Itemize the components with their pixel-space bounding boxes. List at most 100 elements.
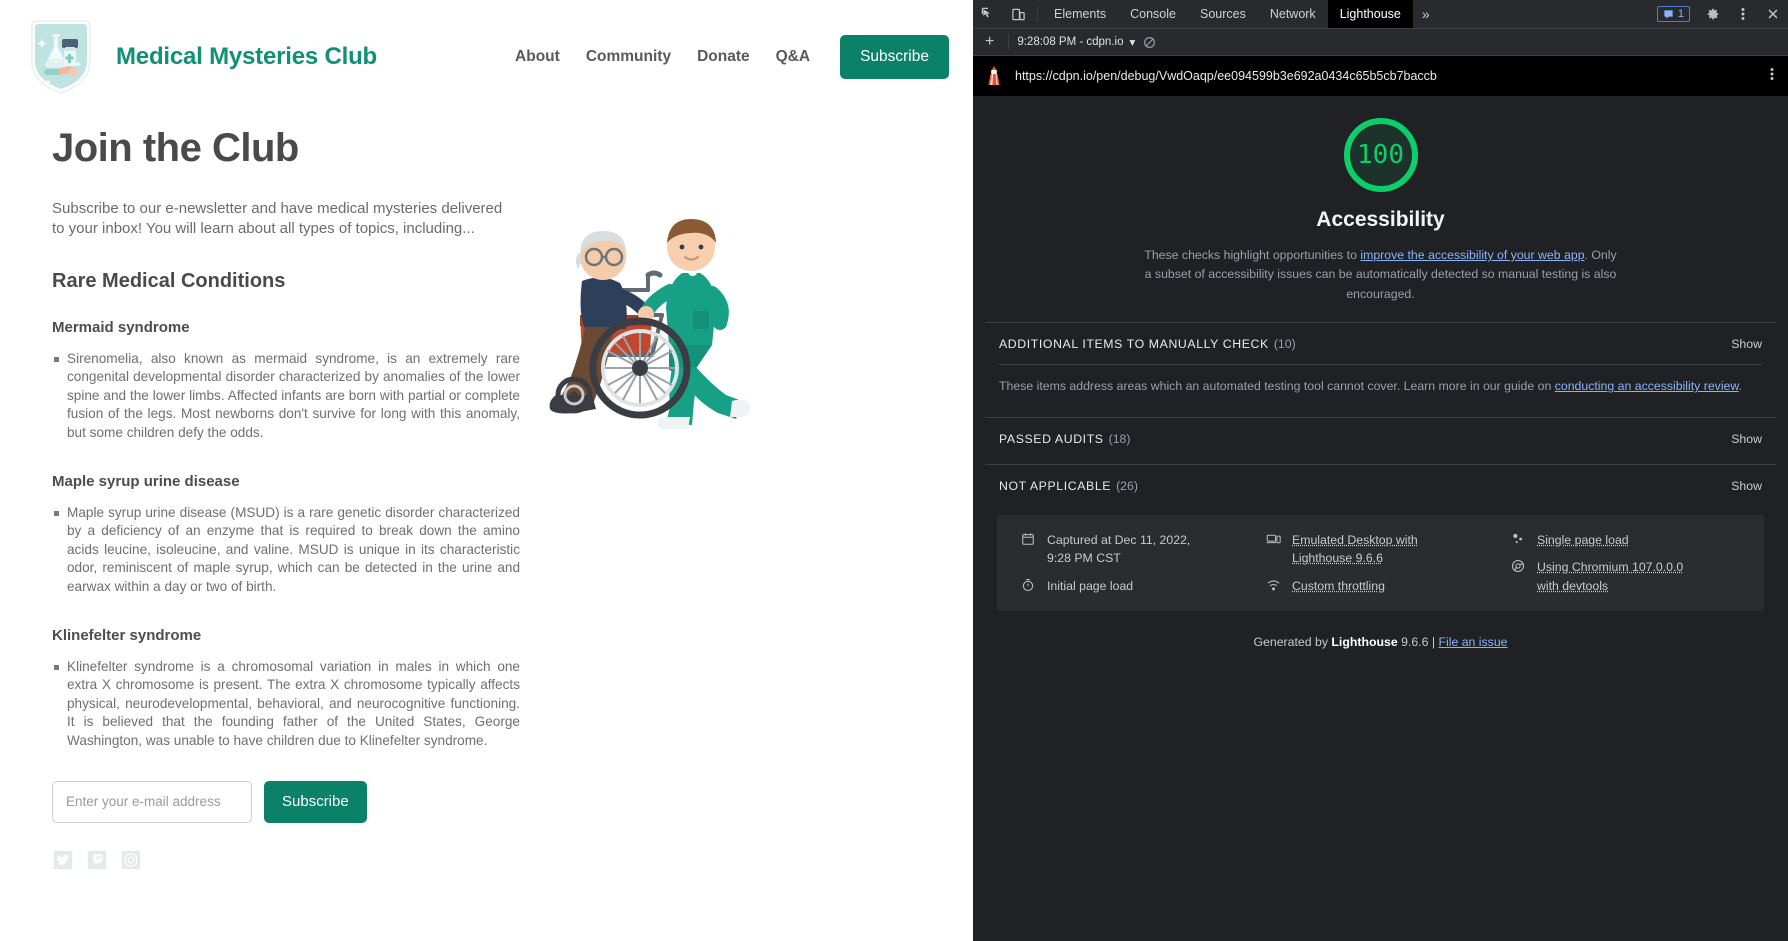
social-links bbox=[52, 849, 949, 871]
chevron-down-icon: ▾ bbox=[1129, 35, 1135, 49]
stopwatch-icon bbox=[1021, 578, 1037, 595]
email-input[interactable] bbox=[52, 781, 252, 823]
form-subscribe-button[interactable]: Subscribe bbox=[264, 781, 367, 823]
devices-icon bbox=[1266, 532, 1282, 549]
more-tabs-icon[interactable]: » bbox=[1413, 0, 1439, 28]
audit-body-after: . bbox=[1739, 379, 1742, 393]
audit-group-manual-check: ADDITIONAL ITEMS TO MANUALLY CHECK (10) … bbox=[985, 322, 1776, 399]
nav-item-community[interactable]: Community bbox=[586, 48, 671, 66]
condition-heading-maple-syrup-urine-disease: Maple syrup urine disease bbox=[52, 473, 949, 490]
samples-icon bbox=[1511, 532, 1527, 549]
page-load-text: Initial page load bbox=[1047, 577, 1133, 595]
twitch-icon[interactable] bbox=[86, 849, 108, 871]
throttling-text[interactable]: Custom throttling bbox=[1292, 577, 1385, 595]
list-item: Klinefelter syndrome is a chromosomal va… bbox=[52, 658, 520, 751]
tab-network[interactable]: Network bbox=[1258, 0, 1328, 28]
device-toolbar-icon[interactable] bbox=[1003, 0, 1033, 28]
twitter-icon[interactable] bbox=[52, 849, 74, 871]
audit-group-header[interactable]: ADDITIONAL ITEMS TO MANUALLY CHECK (10) … bbox=[999, 337, 1776, 351]
nav-item-qa[interactable]: Q&A bbox=[776, 48, 810, 66]
more-options-icon[interactable] bbox=[1728, 7, 1758, 21]
footer-prefix: Generated by bbox=[1253, 635, 1331, 649]
condition-heading-klinefelter-syndrome: Klinefelter syndrome bbox=[52, 627, 949, 644]
category-title: Accessibility bbox=[1316, 208, 1444, 232]
audit-group-passed-audits: PASSED AUDITS (18) Show bbox=[985, 417, 1776, 446]
run-select[interactable]: 9:28:08 PM - cdpn.io ▾ bbox=[1017, 35, 1135, 49]
lighthouse-report: https://cdpn.io/pen/debug/VwdOaqp/ee0945… bbox=[973, 56, 1788, 941]
audit-group-divider bbox=[999, 364, 1762, 365]
report-footer: Generated by Lighthouse 9.6.6 | File an … bbox=[985, 635, 1776, 669]
footer-brand: Lighthouse bbox=[1331, 635, 1397, 649]
chromium-text[interactable]: Using Chromium 107.0.0.0 with devtools bbox=[1537, 558, 1697, 595]
instagram-icon[interactable] bbox=[120, 849, 142, 871]
footer-version: 9.6.6 | bbox=[1398, 635, 1439, 649]
accessibility-score-gauge[interactable]: 100 bbox=[1344, 118, 1418, 192]
site-header: Medical Mysteries Club About Community D… bbox=[0, 0, 973, 108]
tab-lighthouse[interactable]: Lighthouse bbox=[1328, 0, 1413, 28]
tab-sources[interactable]: Sources bbox=[1188, 0, 1258, 28]
metadata-emulation: Emulated Desktop with Lighthouse 9.6.6 bbox=[1266, 531, 1501, 568]
tab-console[interactable]: Console bbox=[1118, 0, 1188, 28]
clear-icon[interactable] bbox=[1143, 36, 1156, 49]
issues-badge[interactable]: 1 bbox=[1657, 6, 1690, 22]
report-scroll-area: 100 Accessibility These checks highlight… bbox=[973, 96, 1788, 941]
issues-icon bbox=[1663, 9, 1674, 20]
medical-shield-logo[interactable] bbox=[28, 17, 94, 97]
metadata-captured-at: Captured at Dec 11, 2022, 9:28 PM CST bbox=[1021, 531, 1256, 568]
audit-group-title: PASSED AUDITS bbox=[999, 432, 1104, 446]
audit-group-title: ADDITIONAL ITEMS TO MANUALLY CHECK bbox=[999, 337, 1269, 351]
report-url-bar: https://cdpn.io/pen/debug/VwdOaqp/ee0945… bbox=[973, 56, 1788, 96]
website-viewport: Medical Mysteries Club About Community D… bbox=[0, 0, 973, 941]
page-lead-text: Subscribe to our e-newsletter and have m… bbox=[52, 199, 514, 240]
condition-list-klinefelter-syndrome: Klinefelter syndrome is a chromosomal va… bbox=[52, 658, 520, 751]
description-before: These checks highlight opportunities to bbox=[1144, 248, 1360, 262]
single-page-load-text[interactable]: Single page load bbox=[1537, 531, 1629, 549]
accessibility-review-link[interactable]: conducting an accessibility review bbox=[1555, 379, 1739, 393]
devtools-toolbar-right: 1 bbox=[1649, 0, 1788, 28]
audit-group-count: (18) bbox=[1109, 432, 1131, 446]
main-navigation: About Community Donate Q&A bbox=[515, 48, 810, 66]
tab-elements[interactable]: Elements bbox=[1042, 0, 1118, 28]
file-an-issue-link[interactable]: File an issue bbox=[1438, 635, 1507, 649]
inspect-element-icon[interactable] bbox=[973, 0, 1003, 28]
audit-group-header[interactable]: NOT APPLICABLE (26) Show bbox=[999, 479, 1776, 493]
condition-list-mermaid-syndrome: Sirenomelia, also known as mermaid syndr… bbox=[52, 350, 520, 443]
plus-icon[interactable]: + bbox=[979, 33, 1000, 51]
gear-icon[interactable] bbox=[1698, 7, 1728, 21]
metadata-column-2: Emulated Desktop with Lighthouse 9.6.6 C… bbox=[1266, 531, 1501, 595]
chrome-icon bbox=[1511, 559, 1527, 576]
metadata-throttling: Custom throttling bbox=[1266, 577, 1501, 595]
audit-group-show-toggle[interactable]: Show bbox=[1731, 337, 1762, 351]
score-gauge-block: 100 Accessibility These checks highlight… bbox=[985, 96, 1776, 304]
list-item: Sirenomelia, also known as mermaid syndr… bbox=[52, 350, 520, 443]
category-description: These checks highlight opportunities to … bbox=[1141, 246, 1621, 304]
audit-group-header[interactable]: PASSED AUDITS (18) Show bbox=[999, 432, 1776, 446]
devtools-tabbar: Elements Console Sources Network Lightho… bbox=[973, 0, 1788, 29]
audit-group-description: These items address areas which an autom… bbox=[999, 377, 1776, 399]
condition-list-maple-syrup-urine-disease: Maple syrup urine disease (MSUD) is a ra… bbox=[52, 504, 520, 597]
audit-group-title: NOT APPLICABLE bbox=[999, 479, 1111, 493]
newsletter-subscribe-form: Subscribe bbox=[52, 781, 949, 823]
audit-group-show-toggle[interactable]: Show bbox=[1731, 479, 1762, 493]
captured-at-text: Captured at Dec 11, 2022, 9:28 PM CST bbox=[1047, 531, 1207, 568]
devtools-panel: Elements Console Sources Network Lightho… bbox=[973, 0, 1788, 941]
report-url[interactable]: https://cdpn.io/pen/debug/VwdOaqp/ee0945… bbox=[1015, 69, 1758, 83]
page-content: Join the Club Subscribe to our e-newslet… bbox=[0, 126, 973, 871]
emulation-text[interactable]: Emulated Desktop with Lighthouse 9.6.6 bbox=[1292, 531, 1452, 568]
toolbar-divider bbox=[1008, 34, 1009, 50]
metadata-page-load: Initial page load bbox=[1021, 577, 1256, 595]
audit-body-before: These items address areas which an autom… bbox=[999, 379, 1555, 393]
run-select-label: 9:28:08 PM - cdpn.io bbox=[1017, 36, 1123, 48]
nav-item-about[interactable]: About bbox=[515, 48, 560, 66]
audit-group-show-toggle[interactable]: Show bbox=[1731, 432, 1762, 446]
header-subscribe-button[interactable]: Subscribe bbox=[840, 35, 949, 79]
report-more-options-icon[interactable] bbox=[1770, 67, 1774, 85]
nav-item-donate[interactable]: Donate bbox=[697, 48, 750, 66]
audit-group-not-applicable: NOT APPLICABLE (26) Show bbox=[985, 464, 1776, 493]
improve-accessibility-link[interactable]: improve the accessibility of your web ap… bbox=[1360, 248, 1584, 262]
brand-title[interactable]: Medical Mysteries Club bbox=[116, 43, 377, 71]
issues-count: 1 bbox=[1678, 8, 1684, 20]
calendar-icon bbox=[1021, 532, 1037, 549]
audit-group-count: (10) bbox=[1274, 337, 1296, 351]
close-icon[interactable] bbox=[1758, 8, 1788, 20]
